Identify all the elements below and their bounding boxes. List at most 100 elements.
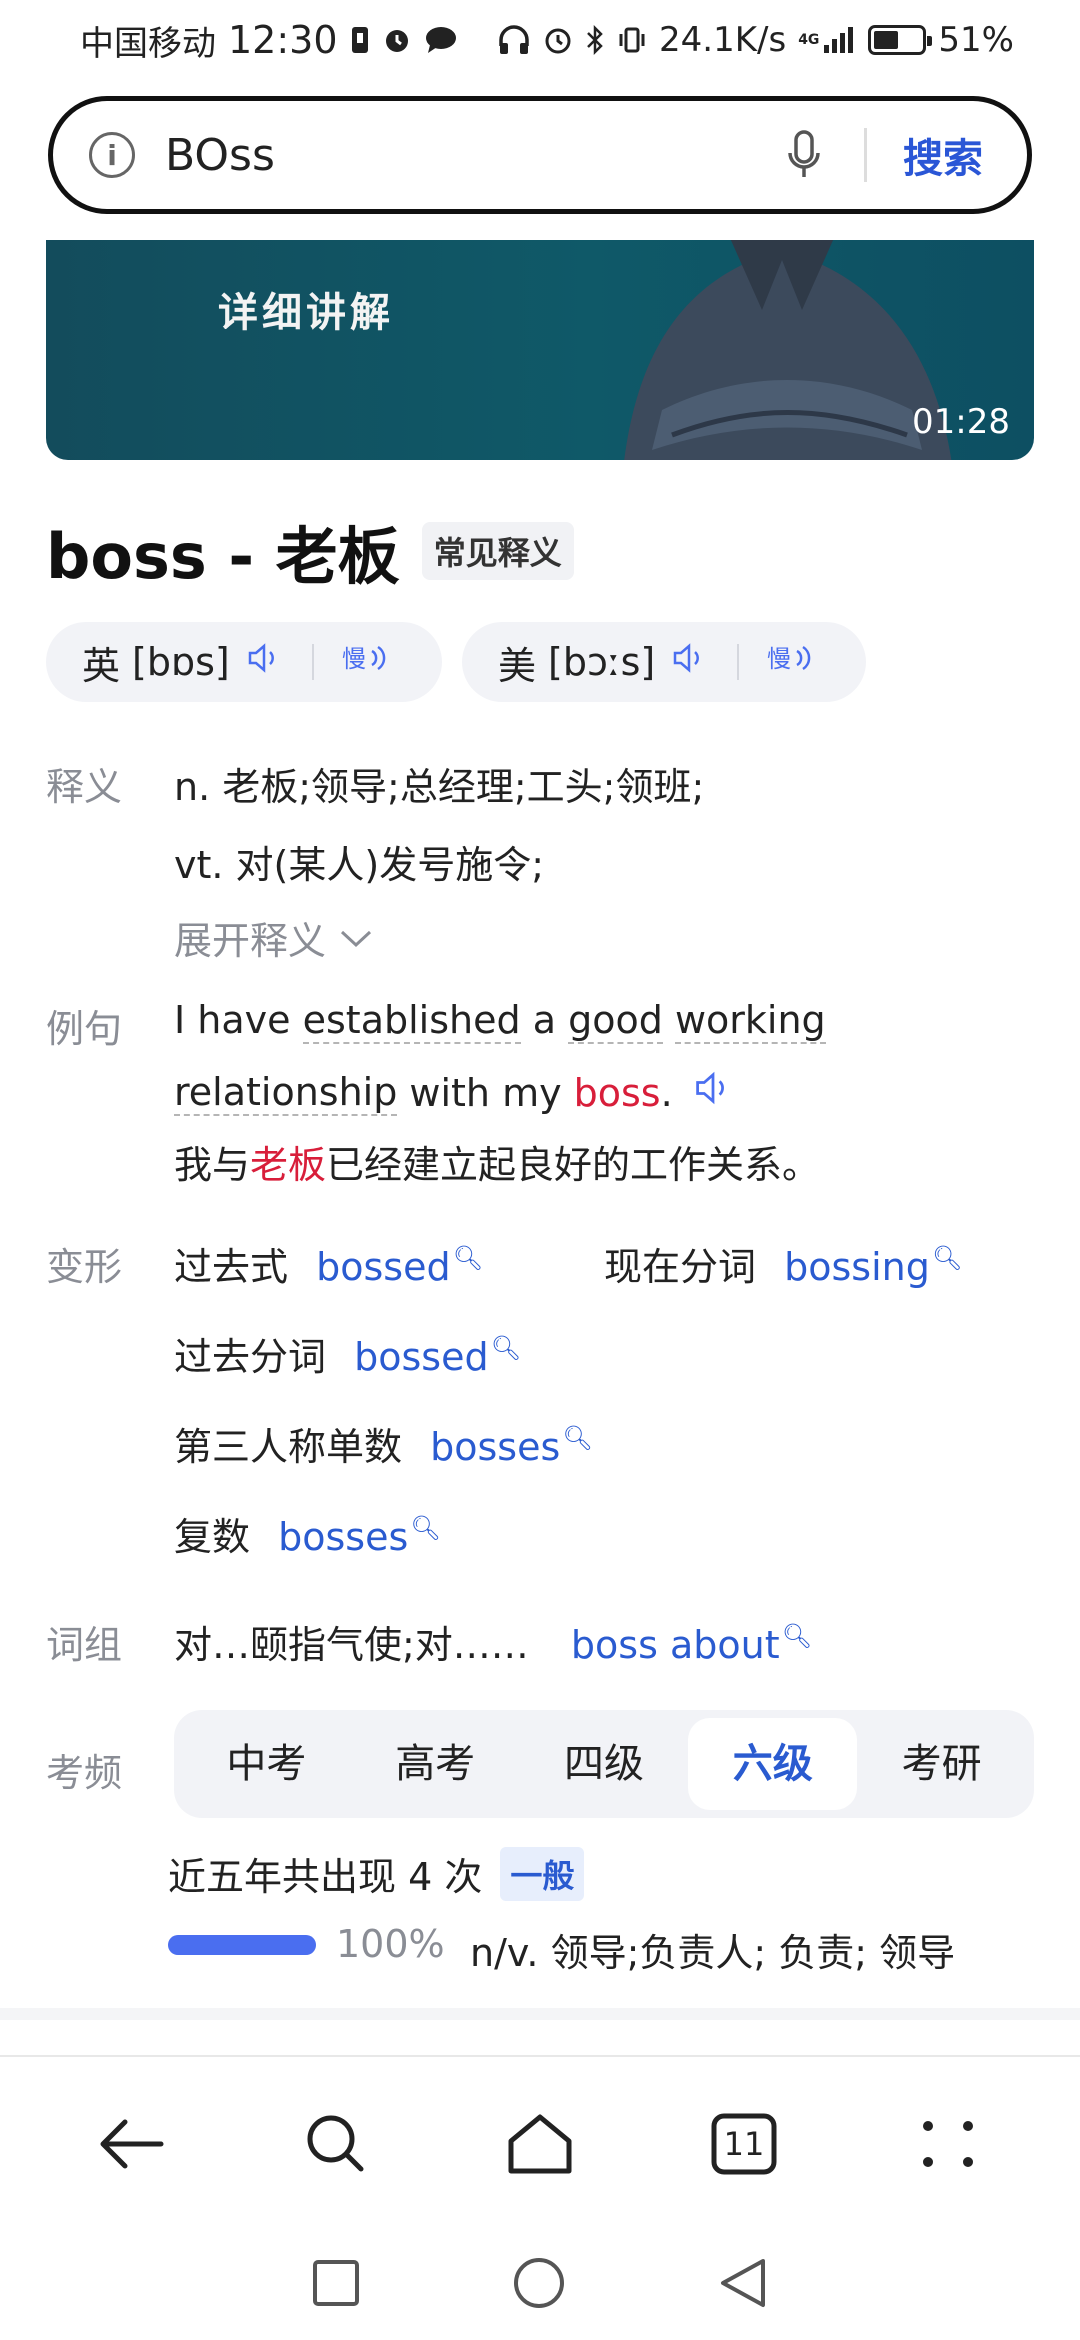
square-icon xyxy=(313,2260,359,2306)
example-label: 例句 xyxy=(46,1007,123,1051)
more-dots-icon xyxy=(923,2120,973,2167)
search-icon[interactable]: 🔍︎ xyxy=(782,1622,812,1650)
phonetic-region: 美 xyxy=(498,643,537,688)
slow-speaker-icon[interactable]: 慢 xyxy=(342,638,392,687)
word-form-label: 复数 xyxy=(174,1515,251,1559)
definition-label: 释义 xyxy=(46,765,123,809)
search-button[interactable]: 搜索 xyxy=(903,126,983,184)
speaker-icon[interactable] xyxy=(244,638,284,687)
system-back-button[interactable] xyxy=(717,2255,769,2315)
word-form: 复数 bosses🔍︎ xyxy=(174,1506,441,1561)
browser-toolbar: 11 xyxy=(0,2055,1080,2230)
search-nav-button[interactable] xyxy=(276,2084,396,2204)
system-home-button[interactable] xyxy=(511,2255,567,2315)
example-word-link[interactable]: established xyxy=(302,998,521,1044)
expand-label: 展开释义 xyxy=(174,919,327,963)
speaker-icon[interactable] xyxy=(669,638,709,687)
video-thumbnail[interactable]: 详细讲解 01:28 xyxy=(46,240,1034,460)
phonetic-us: 美 [bɔːs] 慢 xyxy=(462,622,866,702)
forms-label: 变形 xyxy=(46,1245,123,1289)
exam-frequency-label: 考频 xyxy=(46,1751,123,1795)
tab-cet6[interactable]: 六级 xyxy=(688,1718,858,1810)
search-bar[interactable]: i BOss 搜索 xyxy=(48,96,1032,214)
frequency-percent: 100% xyxy=(336,1922,445,1966)
battery-percent: 51% xyxy=(938,20,1014,60)
tab-kaoyan[interactable]: 考研 xyxy=(857,1718,1026,1810)
word-form-link[interactable]: bossed xyxy=(354,1335,488,1379)
tab-count: 11 xyxy=(723,2124,765,2163)
word-form: 第三人称单数 bosses🔍︎ xyxy=(174,1416,593,1471)
example-word-link[interactable]: good xyxy=(568,998,663,1044)
phonetic-divider xyxy=(311,644,314,680)
speaker-icon[interactable] xyxy=(691,1066,735,1119)
word-form-link[interactable]: bosses xyxy=(278,1515,408,1559)
phonetic-ipa: [bɒs] xyxy=(132,640,230,684)
headword-row: boss - 老板 常见释义 xyxy=(46,506,574,596)
phonetic-divider xyxy=(737,644,740,680)
video-title: 详细讲解 xyxy=(218,289,394,336)
svg-text:慢: 慢 xyxy=(342,645,366,673)
word-form-link[interactable]: bossing xyxy=(784,1245,930,1289)
headword-title: boss - 老板 xyxy=(46,520,400,593)
carrier-label: 中国移动 xyxy=(80,23,216,64)
phonetic-region: 英 xyxy=(82,643,121,688)
bluetooth-icon xyxy=(585,23,605,57)
word-form-label: 过去式 xyxy=(174,1245,289,1289)
example-text: with my xyxy=(409,1070,562,1115)
microphone-icon[interactable] xyxy=(782,125,826,185)
slow-speaker-icon[interactable]: 慢 xyxy=(767,638,817,687)
translation-text: 我与 xyxy=(174,1143,251,1187)
tabs-button[interactable]: 11 xyxy=(684,2084,804,2204)
exam-tabs: 中考 高考 四级 六级 考研 xyxy=(174,1710,1034,1818)
search-icon[interactable]: 🔍︎ xyxy=(932,1244,962,1272)
network-type: 4G xyxy=(798,32,820,48)
search-icon[interactable]: 🔍︎ xyxy=(453,1244,483,1272)
expand-definitions-button[interactable]: 展开释义 xyxy=(174,910,374,965)
message-icon xyxy=(424,23,458,57)
tab-zhongkao[interactable]: 中考 xyxy=(182,1718,351,1810)
search-icon xyxy=(307,2115,364,2171)
example-highlight-word: boss xyxy=(573,1070,661,1115)
home-button[interactable] xyxy=(480,2084,600,2204)
word-form-link[interactable]: bossed xyxy=(316,1245,450,1289)
phonetic-ipa: [bɔːs] xyxy=(548,640,656,684)
search-icon[interactable]: 🔍︎ xyxy=(562,1424,592,1452)
search-icon[interactable]: 🔍︎ xyxy=(410,1514,440,1542)
circle-icon xyxy=(514,2258,564,2308)
info-icon[interactable]: i xyxy=(89,132,135,178)
example-translation: 我与老板已经建立起良好的工作关系。 xyxy=(174,1134,820,1189)
search-input[interactable]: BOss xyxy=(165,130,782,181)
sim-icon xyxy=(350,23,370,57)
definition-line: n. 老板;领导;总经理;工头;领班; xyxy=(174,765,705,809)
phrase-link[interactable]: boss about xyxy=(571,1623,780,1667)
phrase-item: 对…颐指气使;对…… boss about🔍︎ xyxy=(174,1614,812,1669)
translation-text: 已经建立起良好的工作关系。 xyxy=(326,1143,821,1187)
back-button[interactable] xyxy=(72,2084,192,2204)
network-speed: 24.1K/s xyxy=(659,20,787,60)
word-form-link[interactable]: bosses xyxy=(430,1425,560,1469)
phonetic-uk: 英 [bɒs] 慢 xyxy=(46,622,442,702)
frequency-badge: 一般 xyxy=(500,1846,585,1901)
tab-gaokao[interactable]: 高考 xyxy=(351,1718,520,1810)
frequency-summary: 近五年共出现 4 次 一般 xyxy=(168,1846,585,1901)
example-word-link[interactable]: relationship xyxy=(174,1070,398,1116)
clock: 12:30 xyxy=(228,18,338,62)
signal-icon: 4G xyxy=(798,23,856,57)
example-sentence-line: relationship with my boss. xyxy=(174,1066,735,1119)
menu-button[interactable] xyxy=(888,2084,1008,2204)
example-word-link[interactable]: working xyxy=(674,998,826,1044)
vibrate-icon xyxy=(617,23,647,57)
search-icon[interactable]: 🔍︎ xyxy=(491,1334,521,1362)
search-divider xyxy=(864,128,867,182)
status-bar: 中国移动 12:30 24.1K/s 4G 51% xyxy=(0,0,1080,80)
back-arrow-icon xyxy=(100,2119,164,2168)
svg-text:慢: 慢 xyxy=(767,645,791,673)
recents-button[interactable] xyxy=(311,2258,361,2312)
tab-cet4[interactable]: 四级 xyxy=(520,1718,689,1810)
word-form: 现在分词 bossing🔍︎ xyxy=(604,1236,962,1291)
video-duration: 01:28 xyxy=(912,402,1010,442)
translation-highlight: 老板 xyxy=(250,1143,327,1187)
common-meaning-badge: 常见释义 xyxy=(421,522,574,580)
system-navigation-bar xyxy=(0,2230,1080,2340)
example-text: . xyxy=(660,1070,673,1115)
